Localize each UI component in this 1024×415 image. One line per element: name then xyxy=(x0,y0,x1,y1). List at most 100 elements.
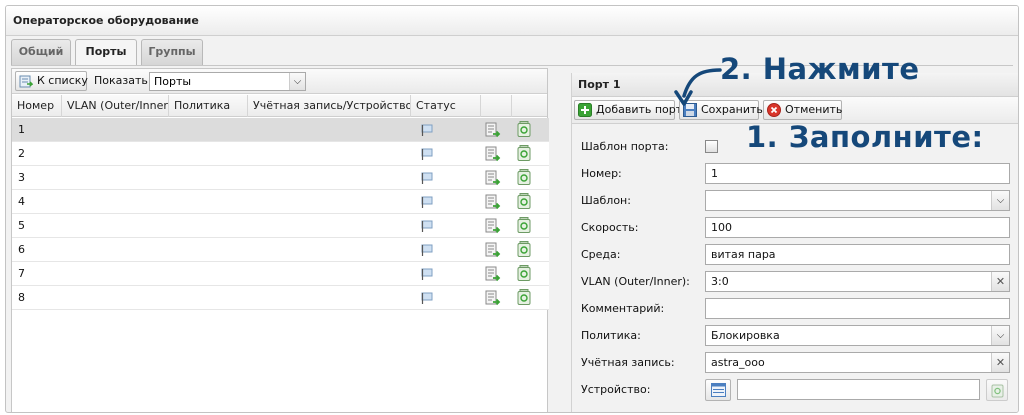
col-status[interactable]: Статус xyxy=(411,95,481,117)
clear-icon[interactable]: ✕ xyxy=(991,272,1009,291)
cancel-icon xyxy=(767,103,781,117)
chevron-down-icon: ⌵ xyxy=(289,73,305,90)
col-vlan[interactable]: VLAN (Outer/Inner) xyxy=(62,95,169,117)
edit-icon[interactable] xyxy=(485,122,501,138)
vlan-input[interactable]: 3:0 ✕ xyxy=(705,271,1010,292)
form-row-comment: Комментарий: xyxy=(572,296,1018,322)
table-row[interactable]: 1 xyxy=(12,118,549,142)
template-select[interactable]: ⌵ xyxy=(705,190,1010,211)
tab-groups[interactable]: Группы xyxy=(141,39,203,65)
edit-icon[interactable] xyxy=(485,266,501,282)
row-number: 1 xyxy=(18,123,25,136)
comment-label: Комментарий: xyxy=(581,302,665,315)
recycle-bin-icon[interactable] xyxy=(517,289,531,305)
medium-value: витая пара xyxy=(711,248,776,261)
edit-icon[interactable] xyxy=(485,146,501,162)
table-row[interactable]: 8 xyxy=(12,286,549,310)
table-icon xyxy=(711,383,726,397)
tab-general[interactable]: Общий xyxy=(11,39,71,65)
form-row-medium: Среда: витая пара xyxy=(572,242,1018,268)
recycle-bin-icon[interactable] xyxy=(517,121,531,137)
recycle-bin-icon xyxy=(991,384,1004,398)
device-input[interactable] xyxy=(737,379,980,400)
annotation-step-1: 1. Заполните: xyxy=(746,120,984,154)
policy-select[interactable]: Блокировка ⌵ xyxy=(705,325,1010,346)
edit-icon[interactable] xyxy=(485,290,501,306)
policy-value: Блокировка xyxy=(711,329,780,342)
table-row[interactable]: 2 xyxy=(12,142,549,166)
row-number: 8 xyxy=(18,291,25,304)
recycle-bin-icon[interactable] xyxy=(517,241,531,257)
edit-icon[interactable] xyxy=(485,170,501,186)
medium-label: Среда: xyxy=(581,248,621,261)
status-flag-icon xyxy=(421,292,433,304)
back-to-list-label: К списку xyxy=(37,74,88,87)
row-number: 4 xyxy=(18,195,25,208)
chevron-down-icon[interactable]: ⌵ xyxy=(991,326,1009,345)
recycle-bin-icon[interactable] xyxy=(517,265,531,281)
back-to-list-button[interactable]: К списку xyxy=(15,71,88,91)
device-label: Устройство: xyxy=(581,383,651,396)
speed-label: Скорость: xyxy=(581,221,639,234)
device-browse-button[interactable] xyxy=(705,379,731,401)
vlan-label: VLAN (Outer/Inner): xyxy=(581,275,690,288)
add-port-button[interactable]: Добавить порт xyxy=(574,100,682,120)
table-row[interactable]: 5 xyxy=(12,214,549,238)
col-number[interactable]: Номер xyxy=(12,95,62,117)
table-row[interactable]: 4 xyxy=(12,190,549,214)
list-toolbar: К списку Показать: Порты ⌵ xyxy=(12,69,547,94)
form-row-device: Устройство: xyxy=(572,377,1018,403)
window-title: Операторское оборудование xyxy=(6,6,1018,36)
recycle-bin-icon[interactable] xyxy=(517,217,531,233)
comment-input[interactable] xyxy=(705,298,1010,319)
list-back-icon xyxy=(19,75,33,88)
cancel-label: Отменить xyxy=(785,103,843,116)
table-row[interactable]: 3 xyxy=(12,166,549,190)
status-flag-icon xyxy=(421,172,433,184)
device-clear-button[interactable] xyxy=(986,379,1008,401)
form-row-number: Номер: 1 xyxy=(572,161,1018,187)
chevron-down-icon[interactable]: ⌵ xyxy=(991,191,1009,210)
row-number: 3 xyxy=(18,171,25,184)
col-delete xyxy=(512,95,549,117)
status-flag-icon xyxy=(421,268,433,280)
account-label: Учётная запись: xyxy=(581,356,675,369)
status-flag-icon xyxy=(421,244,433,256)
account-value: astra_ooo xyxy=(711,356,765,369)
speed-input[interactable]: 100 xyxy=(705,217,1010,238)
form-row-template: Шаблон: ⌵ xyxy=(572,188,1018,214)
policy-label: Политика: xyxy=(581,329,641,342)
table-row[interactable]: 6 xyxy=(12,238,549,262)
edit-icon[interactable] xyxy=(485,194,501,210)
template-label: Шаблон: xyxy=(581,194,631,207)
table-row[interactable]: 7 xyxy=(12,262,549,286)
template-flag-label: Шаблон порта: xyxy=(581,140,669,153)
cancel-button[interactable]: Отменить xyxy=(763,100,842,120)
status-flag-icon xyxy=(421,196,433,208)
show-select-value: Порты xyxy=(154,75,192,88)
show-label: Показать: xyxy=(94,74,152,87)
medium-input[interactable]: витая пара xyxy=(705,244,1010,265)
number-input[interactable]: 1 xyxy=(705,163,1010,184)
col-account-device[interactable]: Учётная запись/Устройство xyxy=(248,95,411,117)
number-label: Номер: xyxy=(581,167,622,180)
plus-icon xyxy=(578,103,592,117)
recycle-bin-icon[interactable] xyxy=(517,169,531,185)
ports-list-panel: К списку Показать: Порты ⌵ Номер VLAN (O… xyxy=(11,68,549,412)
row-number: 2 xyxy=(18,147,25,160)
edit-icon[interactable] xyxy=(485,218,501,234)
tab-ports[interactable]: Порты xyxy=(75,39,137,66)
account-input[interactable]: astra_ooo ✕ xyxy=(705,352,1010,373)
show-select[interactable]: Порты ⌵ xyxy=(149,72,306,91)
status-flag-icon xyxy=(421,148,433,160)
edit-icon[interactable] xyxy=(485,242,501,258)
col-policy[interactable]: Политика xyxy=(169,95,248,117)
vlan-value: 3:0 xyxy=(711,275,729,288)
col-edit xyxy=(481,95,512,117)
form-row-account: Учётная запись: astra_ooo ✕ xyxy=(572,350,1018,376)
recycle-bin-icon[interactable] xyxy=(517,145,531,161)
row-number: 7 xyxy=(18,267,25,280)
recycle-bin-icon[interactable] xyxy=(517,193,531,209)
clear-icon[interactable]: ✕ xyxy=(991,353,1009,372)
template-flag-checkbox[interactable] xyxy=(705,140,718,153)
